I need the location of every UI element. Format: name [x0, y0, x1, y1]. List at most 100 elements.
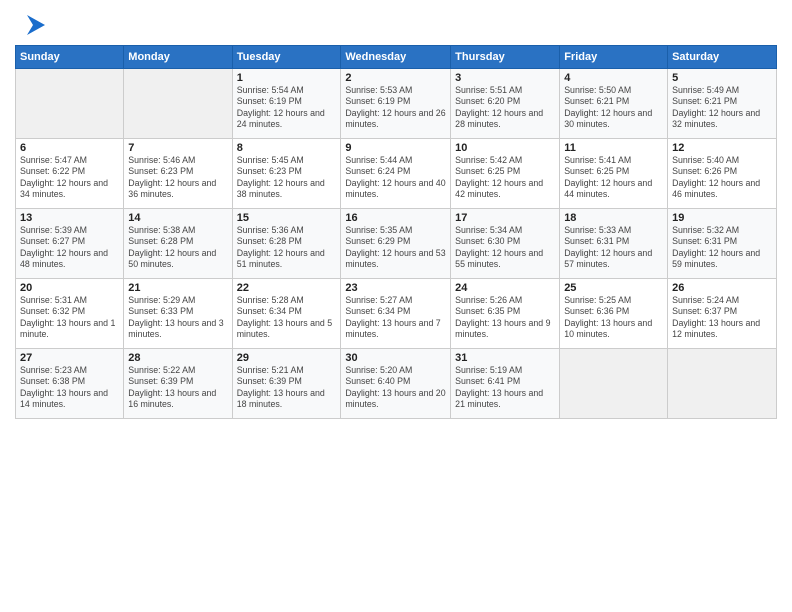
day-number: 14 [128, 212, 227, 224]
day-detail: Sunrise: 5:47 AMSunset: 6:22 PMDaylight:… [20, 155, 119, 201]
weekday-header-monday: Monday [124, 46, 232, 69]
day-number: 16 [345, 212, 446, 224]
day-detail: Sunrise: 5:51 AMSunset: 6:20 PMDaylight:… [455, 85, 555, 131]
calendar-cell: 23 Sunrise: 5:27 AMSunset: 6:34 PMDaylig… [341, 279, 451, 349]
day-detail: Sunrise: 5:27 AMSunset: 6:34 PMDaylight:… [345, 295, 446, 341]
day-number: 28 [128, 352, 227, 364]
day-number: 19 [672, 212, 772, 224]
calendar-cell: 6 Sunrise: 5:47 AMSunset: 6:22 PMDayligh… [16, 139, 124, 209]
weekday-header-thursday: Thursday [451, 46, 560, 69]
day-detail: Sunrise: 5:42 AMSunset: 6:25 PMDaylight:… [455, 155, 555, 201]
day-detail: Sunrise: 5:19 AMSunset: 6:41 PMDaylight:… [455, 365, 555, 411]
calendar-cell: 26 Sunrise: 5:24 AMSunset: 6:37 PMDaylig… [668, 279, 777, 349]
day-detail: Sunrise: 5:53 AMSunset: 6:19 PMDaylight:… [345, 85, 446, 131]
day-detail: Sunrise: 5:28 AMSunset: 6:34 PMDaylight:… [237, 295, 337, 341]
calendar-cell: 12 Sunrise: 5:40 AMSunset: 6:26 PMDaylig… [668, 139, 777, 209]
calendar-cell: 30 Sunrise: 5:20 AMSunset: 6:40 PMDaylig… [341, 349, 451, 419]
calendar-cell: 7 Sunrise: 5:46 AMSunset: 6:23 PMDayligh… [124, 139, 232, 209]
calendar-table: SundayMondayTuesdayWednesdayThursdayFrid… [15, 45, 777, 419]
day-detail: Sunrise: 5:23 AMSunset: 6:38 PMDaylight:… [20, 365, 119, 411]
day-number: 4 [564, 72, 663, 84]
day-detail: Sunrise: 5:35 AMSunset: 6:29 PMDaylight:… [345, 225, 446, 271]
calendar-cell: 14 Sunrise: 5:38 AMSunset: 6:28 PMDaylig… [124, 209, 232, 279]
day-number: 2 [345, 72, 446, 84]
day-detail: Sunrise: 5:25 AMSunset: 6:36 PMDaylight:… [564, 295, 663, 341]
day-number: 7 [128, 142, 227, 154]
day-detail: Sunrise: 5:26 AMSunset: 6:35 PMDaylight:… [455, 295, 555, 341]
calendar-cell: 27 Sunrise: 5:23 AMSunset: 6:38 PMDaylig… [16, 349, 124, 419]
day-detail: Sunrise: 5:21 AMSunset: 6:39 PMDaylight:… [237, 365, 337, 411]
calendar-cell [16, 69, 124, 139]
day-number: 3 [455, 72, 555, 84]
day-detail: Sunrise: 5:20 AMSunset: 6:40 PMDaylight:… [345, 365, 446, 411]
calendar-cell: 13 Sunrise: 5:39 AMSunset: 6:27 PMDaylig… [16, 209, 124, 279]
day-detail: Sunrise: 5:40 AMSunset: 6:26 PMDaylight:… [672, 155, 772, 201]
day-number: 25 [564, 282, 663, 294]
day-detail: Sunrise: 5:49 AMSunset: 6:21 PMDaylight:… [672, 85, 772, 131]
day-detail: Sunrise: 5:22 AMSunset: 6:39 PMDaylight:… [128, 365, 227, 411]
day-number: 10 [455, 142, 555, 154]
day-number: 5 [672, 72, 772, 84]
weekday-header-wednesday: Wednesday [341, 46, 451, 69]
day-number: 13 [20, 212, 119, 224]
calendar-cell: 8 Sunrise: 5:45 AMSunset: 6:23 PMDayligh… [232, 139, 341, 209]
day-number: 18 [564, 212, 663, 224]
day-number: 31 [455, 352, 555, 364]
calendar-cell: 20 Sunrise: 5:31 AMSunset: 6:32 PMDaylig… [16, 279, 124, 349]
calendar-cell: 19 Sunrise: 5:32 AMSunset: 6:31 PMDaylig… [668, 209, 777, 279]
day-number: 26 [672, 282, 772, 294]
day-number: 24 [455, 282, 555, 294]
day-detail: Sunrise: 5:39 AMSunset: 6:27 PMDaylight:… [20, 225, 119, 271]
calendar-cell [668, 349, 777, 419]
day-number: 15 [237, 212, 337, 224]
day-number: 21 [128, 282, 227, 294]
day-number: 29 [237, 352, 337, 364]
calendar-cell: 2 Sunrise: 5:53 AMSunset: 6:19 PMDayligh… [341, 69, 451, 139]
week-row-1: 1 Sunrise: 5:54 AMSunset: 6:19 PMDayligh… [16, 69, 777, 139]
weekday-header-friday: Friday [560, 46, 668, 69]
logo [15, 10, 47, 40]
day-detail: Sunrise: 5:34 AMSunset: 6:30 PMDaylight:… [455, 225, 555, 271]
week-row-4: 20 Sunrise: 5:31 AMSunset: 6:32 PMDaylig… [16, 279, 777, 349]
week-row-2: 6 Sunrise: 5:47 AMSunset: 6:22 PMDayligh… [16, 139, 777, 209]
weekday-header-saturday: Saturday [668, 46, 777, 69]
calendar-cell: 11 Sunrise: 5:41 AMSunset: 6:25 PMDaylig… [560, 139, 668, 209]
day-detail: Sunrise: 5:41 AMSunset: 6:25 PMDaylight:… [564, 155, 663, 201]
page: SundayMondayTuesdayWednesdayThursdayFrid… [0, 0, 792, 429]
day-number: 1 [237, 72, 337, 84]
calendar-cell: 28 Sunrise: 5:22 AMSunset: 6:39 PMDaylig… [124, 349, 232, 419]
day-detail: Sunrise: 5:38 AMSunset: 6:28 PMDaylight:… [128, 225, 227, 271]
day-number: 23 [345, 282, 446, 294]
day-detail: Sunrise: 5:44 AMSunset: 6:24 PMDaylight:… [345, 155, 446, 201]
weekday-header-sunday: Sunday [16, 46, 124, 69]
day-detail: Sunrise: 5:29 AMSunset: 6:33 PMDaylight:… [128, 295, 227, 341]
day-number: 12 [672, 142, 772, 154]
day-number: 17 [455, 212, 555, 224]
week-row-3: 13 Sunrise: 5:39 AMSunset: 6:27 PMDaylig… [16, 209, 777, 279]
weekday-header-tuesday: Tuesday [232, 46, 341, 69]
day-number: 8 [237, 142, 337, 154]
calendar-cell: 18 Sunrise: 5:33 AMSunset: 6:31 PMDaylig… [560, 209, 668, 279]
calendar-cell [124, 69, 232, 139]
calendar-cell: 31 Sunrise: 5:19 AMSunset: 6:41 PMDaylig… [451, 349, 560, 419]
calendar-cell: 3 Sunrise: 5:51 AMSunset: 6:20 PMDayligh… [451, 69, 560, 139]
day-detail: Sunrise: 5:45 AMSunset: 6:23 PMDaylight:… [237, 155, 337, 201]
week-row-5: 27 Sunrise: 5:23 AMSunset: 6:38 PMDaylig… [16, 349, 777, 419]
day-number: 6 [20, 142, 119, 154]
day-detail: Sunrise: 5:46 AMSunset: 6:23 PMDaylight:… [128, 155, 227, 201]
day-detail: Sunrise: 5:50 AMSunset: 6:21 PMDaylight:… [564, 85, 663, 131]
day-number: 11 [564, 142, 663, 154]
day-number: 27 [20, 352, 119, 364]
calendar-cell: 5 Sunrise: 5:49 AMSunset: 6:21 PMDayligh… [668, 69, 777, 139]
day-detail: Sunrise: 5:24 AMSunset: 6:37 PMDaylight:… [672, 295, 772, 341]
calendar-cell: 1 Sunrise: 5:54 AMSunset: 6:19 PMDayligh… [232, 69, 341, 139]
day-number: 30 [345, 352, 446, 364]
calendar-cell [560, 349, 668, 419]
calendar-cell: 10 Sunrise: 5:42 AMSunset: 6:25 PMDaylig… [451, 139, 560, 209]
day-number: 20 [20, 282, 119, 294]
day-number: 9 [345, 142, 446, 154]
calendar-cell: 29 Sunrise: 5:21 AMSunset: 6:39 PMDaylig… [232, 349, 341, 419]
calendar-cell: 4 Sunrise: 5:50 AMSunset: 6:21 PMDayligh… [560, 69, 668, 139]
calendar-cell: 17 Sunrise: 5:34 AMSunset: 6:30 PMDaylig… [451, 209, 560, 279]
calendar-cell: 24 Sunrise: 5:26 AMSunset: 6:35 PMDaylig… [451, 279, 560, 349]
